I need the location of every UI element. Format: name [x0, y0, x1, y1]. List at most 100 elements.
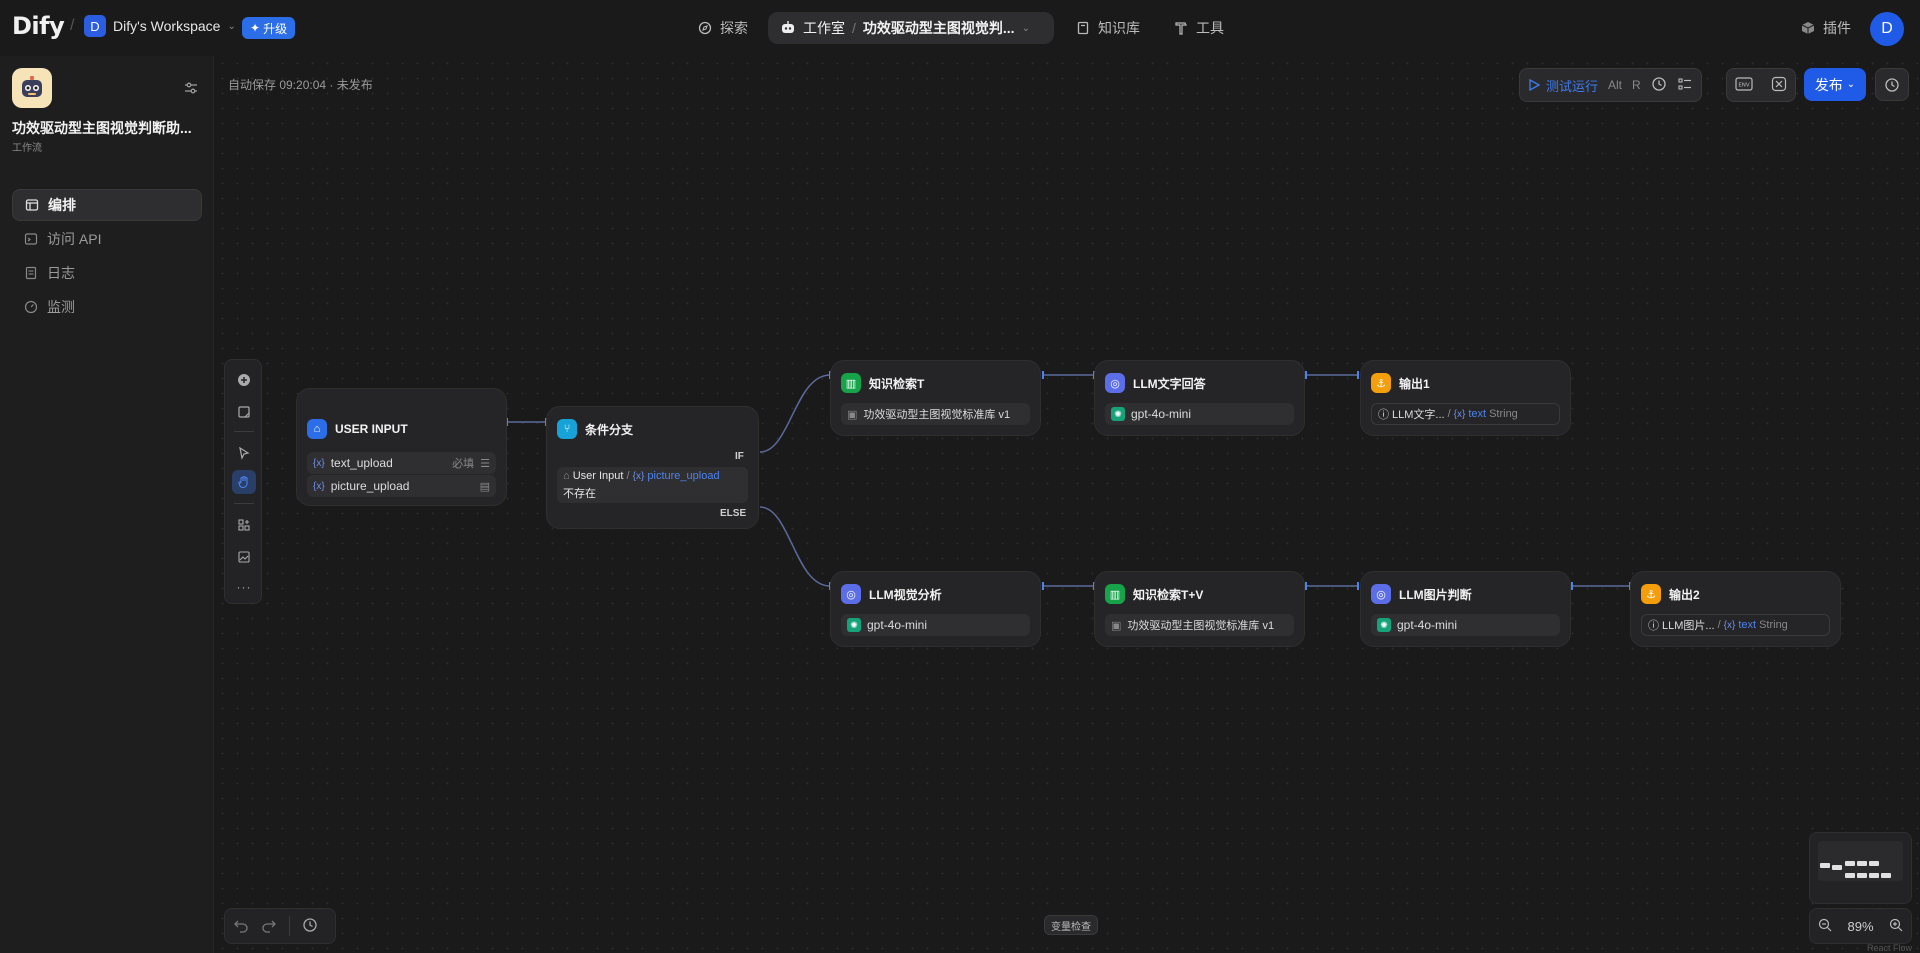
dataset-icon: ▣ — [847, 408, 858, 421]
node-ifelse[interactable]: ⑂ 条件分支 IF ⌂ User Input / {x} picture_upl… — [546, 406, 759, 529]
condition-variable: ⌂ User Input / {x} picture_upload — [563, 470, 742, 482]
nav-explore[interactable]: 探索 — [697, 12, 748, 44]
output-separator: / — [1447, 408, 1451, 420]
minimap-node — [1869, 861, 1879, 866]
output-var: text — [1738, 619, 1757, 631]
undo-icon[interactable] — [233, 917, 249, 936]
nav-tools[interactable]: 工具 — [1173, 12, 1224, 44]
minimap[interactable] — [1809, 832, 1912, 904]
node-header: ⚓ 输出1 — [1371, 373, 1430, 393]
node-title: 输出1 — [1399, 376, 1430, 391]
start-var-row[interactable]: {x} picture_upload ▤ — [307, 475, 496, 497]
dataset-name: 功效驱动型主图视觉标准库 v1 — [863, 409, 1011, 421]
node-header: ◎ LLM视觉分析 — [841, 584, 942, 604]
nav-studio[interactable]: 工作室 / 功效驱动型主图视觉判... ⌄ — [768, 12, 1054, 44]
upgrade-button[interactable]: ✦ 升级 — [242, 17, 296, 39]
sidebar-item-monitor[interactable]: 监测 — [12, 291, 202, 323]
dify-logo[interactable]: Dify — [12, 12, 65, 40]
node-end-1[interactable]: ⚓ 输出1 ⓘ LLM文字... / {x} text String — [1360, 360, 1571, 436]
app-settings-icon[interactable] — [183, 80, 199, 96]
node-knowledge-retrieval-t[interactable]: ▥ 知识检索T ▣ 功效驱动型主图视觉标准库 v1 — [830, 360, 1041, 436]
nav-current-app[interactable]: 功效驱动型主图视觉判... — [863, 18, 1015, 38]
output-source: LLM图片... — [1662, 620, 1715, 632]
redo-icon[interactable] — [261, 917, 277, 936]
publish-button[interactable]: 发布 ⌄ — [1804, 68, 1866, 101]
minimap-node — [1832, 865, 1842, 870]
user-avatar[interactable]: D — [1870, 12, 1904, 46]
app-sidebar: 功效驱动型主图视觉判断助... 工作流 编排 访问 API 日志 监测 — [0, 56, 214, 953]
dataset-name: 功效驱动型主图视觉标准库 v1 — [1127, 620, 1275, 632]
more-icon[interactable]: ··· — [232, 575, 256, 599]
sidebar-item-label: 日志 — [47, 265, 75, 281]
workspace-switcher[interactable]: D Dify's Workspace ⌄ — [84, 15, 236, 37]
zoom-out-icon[interactable] — [1818, 918, 1832, 935]
sidebar-item-orchestrate[interactable]: 编排 — [12, 189, 202, 221]
conversation-variables-icon[interactable] — [1771, 76, 1787, 95]
monitor-gauge-icon — [24, 300, 38, 314]
hand-icon[interactable] — [232, 470, 256, 494]
minimap-node — [1857, 873, 1867, 878]
sidebar-item-api[interactable]: 访问 API — [12, 223, 202, 255]
model-row: ✺ gpt-4o-mini — [1371, 614, 1560, 636]
node-llm-vision[interactable]: ◎ LLM视觉分析 ✺ gpt-4o-mini — [830, 571, 1041, 647]
dataset-row: ▣ 功效驱动型主图视觉标准库 v1 — [1105, 614, 1294, 636]
node-header: ▥ 知识检索T — [841, 373, 924, 393]
history-icon[interactable] — [302, 917, 318, 936]
add-node-icon[interactable] — [232, 368, 256, 392]
add-note-icon[interactable] — [232, 400, 256, 424]
test-run-button[interactable]: 测试运行 — [1528, 76, 1598, 95]
else-label: ELSE — [720, 508, 747, 519]
variable-icon: {x} — [1453, 408, 1466, 420]
node-header: ◎ LLM图片判断 — [1371, 584, 1472, 604]
start-var-row[interactable]: {x} text_upload 必填 ☰ — [307, 452, 496, 474]
variable-check-button[interactable]: 变量检查 — [1044, 915, 1098, 935]
required-badge: 必填 — [452, 458, 475, 470]
tool-divider — [234, 503, 254, 504]
chevron-down-icon[interactable]: ⌄ — [1022, 23, 1030, 34]
publish-label: 发布 — [1814, 76, 1843, 93]
minimap-node — [1869, 873, 1879, 878]
undo-redo-toolbar — [224, 908, 336, 944]
cube-icon — [1800, 20, 1816, 36]
run-history-icon[interactable] — [1651, 76, 1667, 95]
nav-knowledge[interactable]: 知识库 — [1075, 12, 1140, 44]
node-title: LLM视觉分析 — [869, 587, 942, 602]
nav-plugins[interactable]: 插件 — [1800, 12, 1851, 44]
var-name: text_upload — [330, 456, 393, 470]
node-end-2[interactable]: ⚓ 输出2 ⓘ LLM图片... / {x} text String — [1630, 571, 1841, 647]
node-knowledge-retrieval-tv[interactable]: ▥ 知识检索T+V ▣ 功效驱动型主图视觉标准库 v1 — [1094, 571, 1305, 647]
react-flow-attribution[interactable]: React Flow — [1867, 943, 1912, 953]
env-variables-icon[interactable]: ENV — [1735, 76, 1753, 95]
node-header: ⌂ USER INPUT — [307, 419, 408, 439]
sparkle-icon: ✦ — [250, 21, 261, 35]
zoom-in-icon[interactable] — [1889, 918, 1903, 935]
variable-icon: {x} — [1723, 619, 1736, 631]
checklist-icon[interactable] — [1677, 76, 1693, 95]
variable-icon: {x} — [313, 480, 325, 492]
zoom-level[interactable]: 89% — [1847, 919, 1873, 934]
app-icon — [12, 68, 52, 108]
node-llm-text[interactable]: ◎ LLM文字回答 ✺ gpt-4o-mini — [1094, 360, 1305, 436]
output-separator: / — [1717, 619, 1721, 631]
organize-blocks-icon[interactable] — [232, 513, 256, 537]
sidebar-item-logs[interactable]: 日志 — [12, 257, 202, 289]
sidebar-menu: 编排 访问 API 日志 监测 — [12, 189, 202, 325]
condition-box[interactable]: ⌂ User Input / {x} picture_upload 不存在 — [557, 467, 748, 503]
export-image-icon[interactable] — [232, 545, 256, 569]
node-llm-picture[interactable]: ◎ LLM图片判断 ✺ gpt-4o-mini — [1360, 571, 1571, 647]
pointer-icon[interactable] — [232, 441, 256, 465]
top-bar: Dify / D Dify's Workspace ⌄ ✦ 升级 探索 工作室 … — [0, 0, 1920, 56]
model-name: gpt-4o-mini — [867, 618, 928, 632]
model-row: ✺ gpt-4o-mini — [841, 614, 1030, 636]
llm-icon: ◎ — [1105, 373, 1125, 393]
text-type-icon: ☰ — [480, 457, 490, 470]
nav-separator: / — [852, 20, 856, 36]
output-type: String — [1489, 408, 1518, 420]
node-header: ▥ 知识检索T+V — [1105, 584, 1203, 604]
version-history-button[interactable] — [1875, 68, 1909, 101]
node-title: 知识检索T — [869, 376, 925, 391]
sidebar-item-label: 访问 API — [47, 231, 102, 247]
nav-knowledge-label: 知识库 — [1098, 20, 1140, 36]
node-start[interactable]: ⌂ USER INPUT {x} text_upload 必填 ☰ {x} pi… — [296, 388, 507, 506]
env-toolbar: ENV — [1726, 68, 1796, 102]
